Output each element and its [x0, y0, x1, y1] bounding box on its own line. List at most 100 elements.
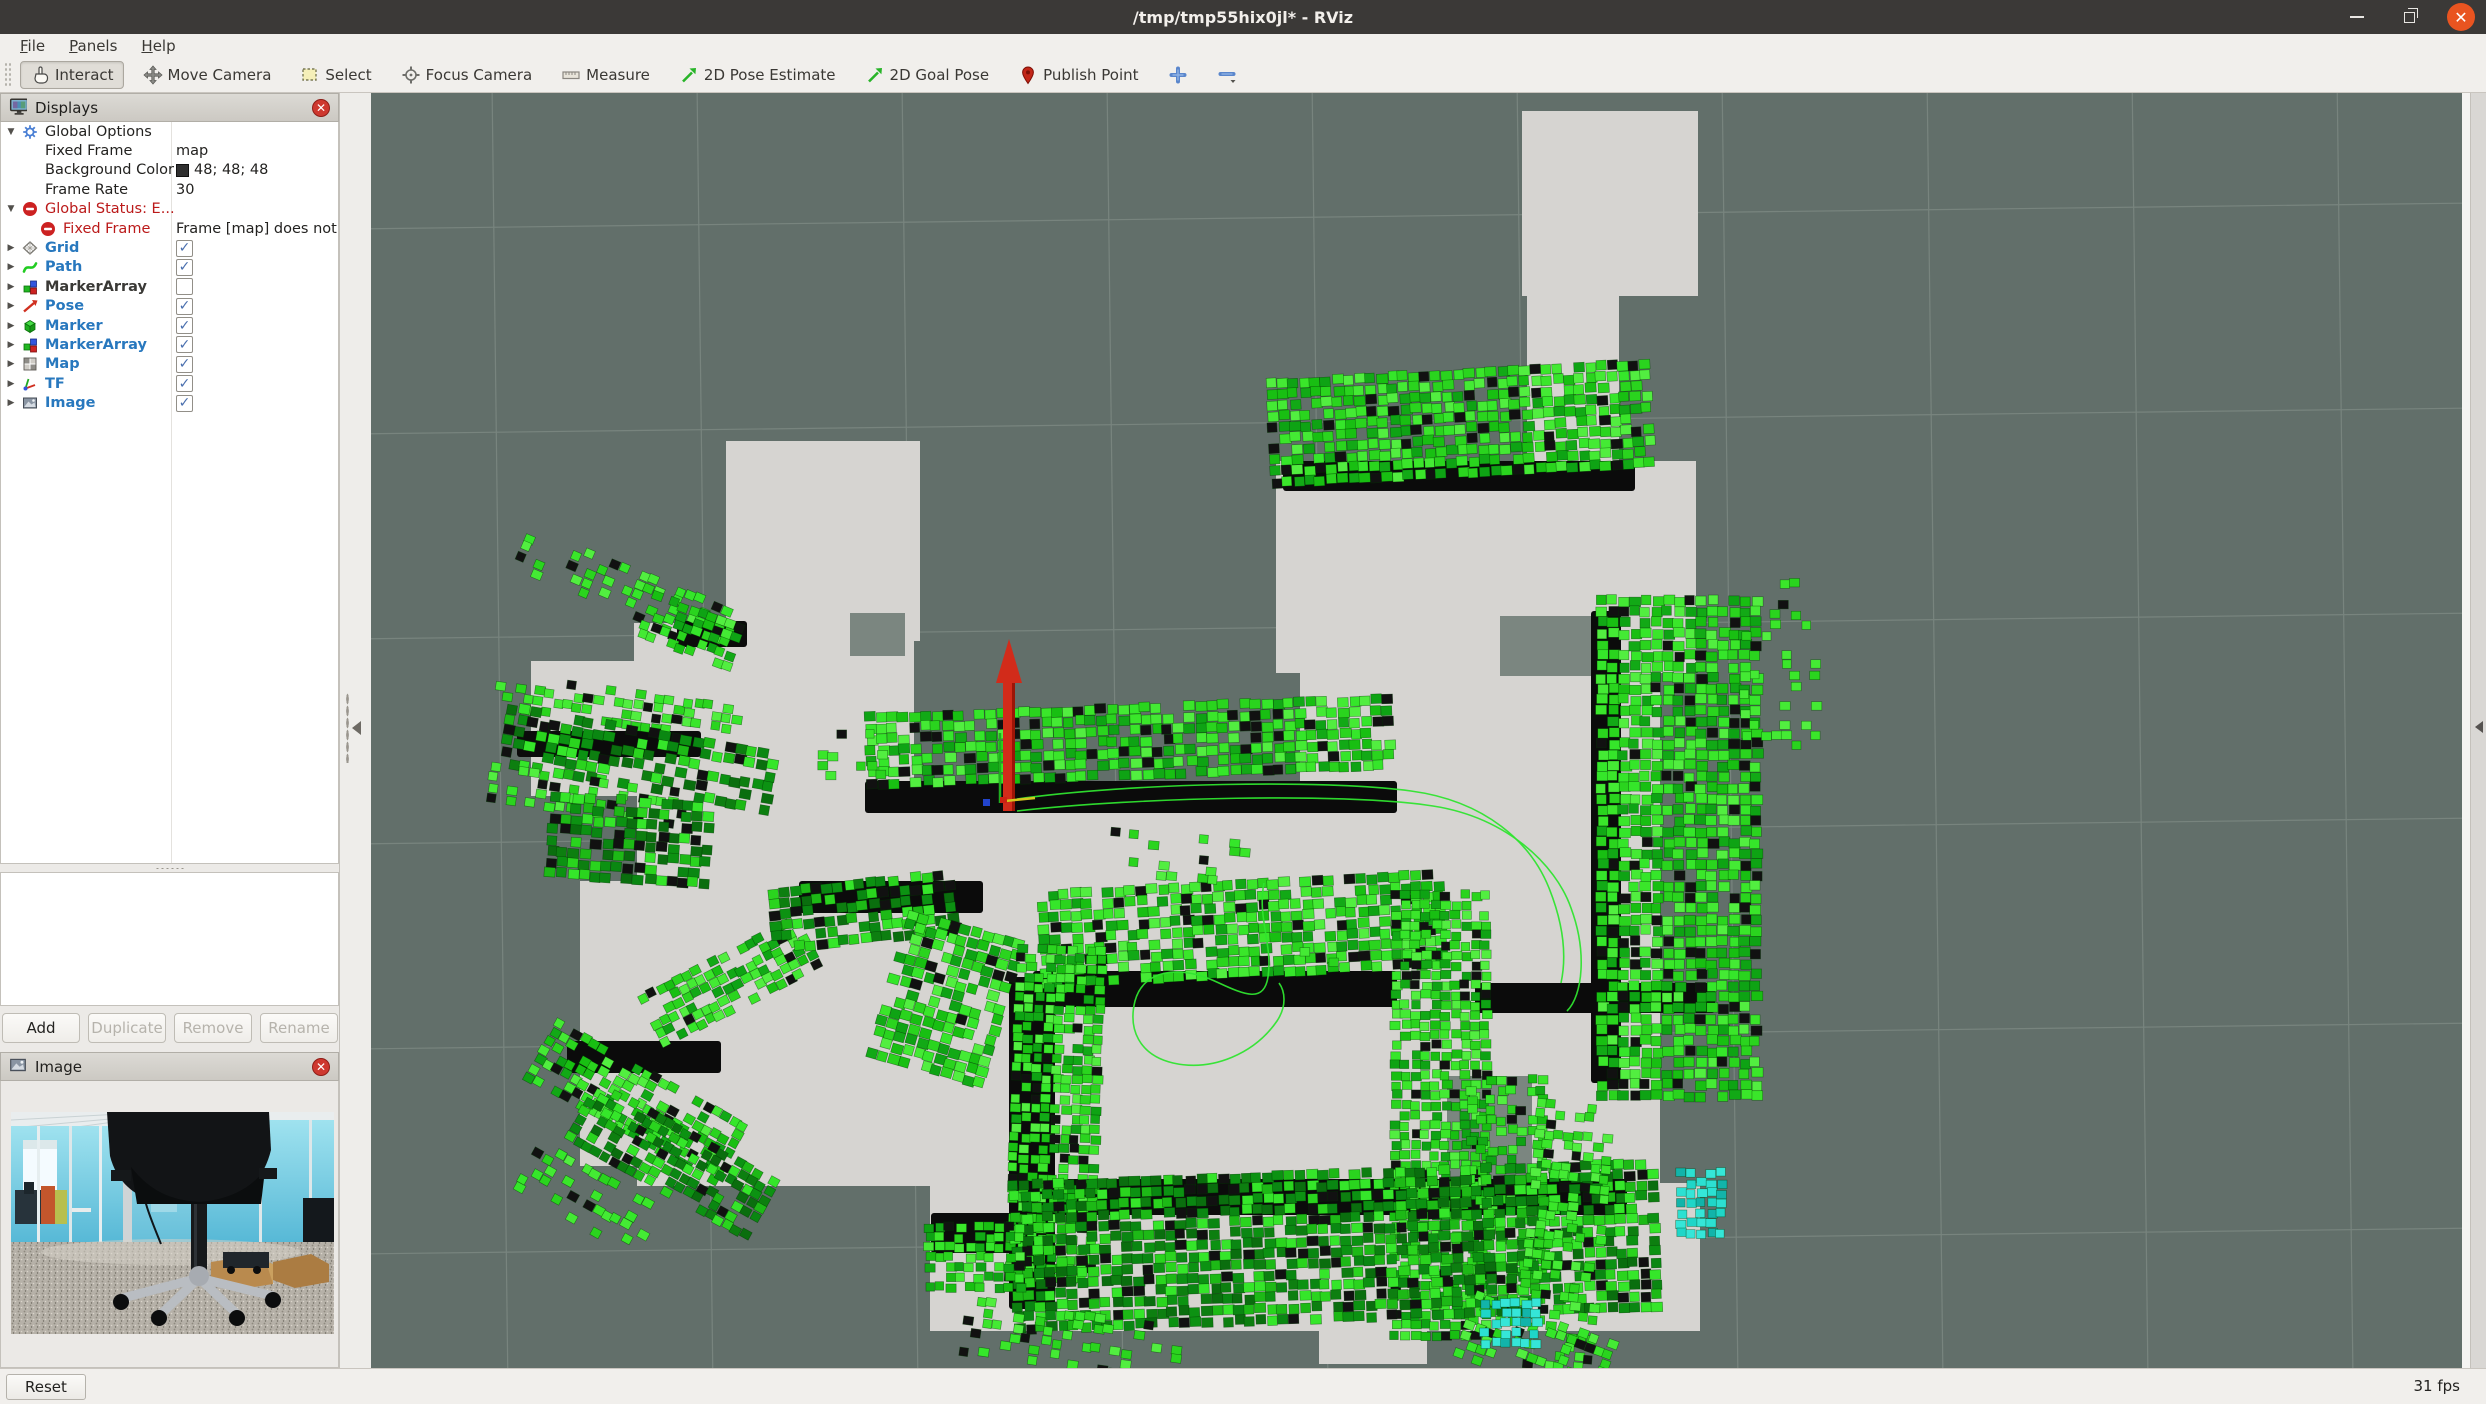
expander-icon[interactable]: ▶	[4, 301, 18, 311]
expander-icon[interactable]: ▼	[4, 127, 18, 137]
row-label: Fixed Frame	[63, 221, 150, 237]
tool-plus[interactable]	[1158, 61, 1198, 89]
expander-icon[interactable]: ▶	[4, 243, 18, 253]
collapse-right-panel-icon[interactable]	[2475, 721, 2483, 733]
menu-item-panels[interactable]: Panels	[57, 35, 129, 57]
tool-move-camera[interactable]: Move Camera	[133, 61, 282, 89]
green-arrow-icon	[679, 65, 699, 85]
tool-focus-camera[interactable]: Focus Camera	[391, 61, 542, 89]
visibility-checkbox[interactable]: ✓	[176, 298, 193, 315]
image-icon	[9, 1056, 27, 1074]
expander-icon[interactable]: ▶	[4, 321, 18, 331]
image-panel-header[interactable]: Image ✕	[0, 1052, 339, 1081]
row-label: Image	[45, 395, 96, 411]
visibility-checkbox[interactable]: ✓	[176, 375, 193, 392]
splitter-grip-dots	[346, 693, 349, 763]
expander-icon[interactable]: ▶	[4, 379, 18, 389]
visibility-checkbox[interactable]: ✓	[176, 336, 193, 353]
restore-button[interactable]	[2394, 2, 2424, 32]
tool-label: Measure	[586, 66, 650, 84]
visibility-checkbox[interactable]: ✓	[176, 395, 193, 412]
tool-label: Interact	[55, 66, 114, 84]
camera-image	[11, 1112, 334, 1334]
tool-select[interactable]: Select	[290, 61, 381, 89]
row-value: 48; 48; 48	[194, 162, 268, 178]
grid-icon	[22, 240, 38, 256]
marker-array-icon	[22, 279, 38, 295]
visibility-checkbox[interactable]	[176, 278, 193, 295]
menubar: FilePanelsHelp	[0, 34, 2486, 58]
right-gap	[2462, 93, 2470, 1368]
image-panel-title: Image	[35, 1058, 82, 1076]
error-icon	[22, 201, 38, 217]
tool-minus[interactable]	[1207, 61, 1247, 89]
tree-row-tf[interactable]: ▶ TF ✓	[1, 374, 338, 393]
displays-panel-title: Displays	[35, 99, 98, 117]
row-value[interactable]: Frame [map] does not...	[176, 221, 339, 237]
expander-icon[interactable]: ▶	[4, 262, 18, 272]
tool-measure[interactable]: Measure	[551, 61, 660, 89]
toolbar-grip[interactable]	[4, 62, 12, 88]
green-arrow-icon	[865, 65, 885, 85]
expander-icon[interactable]: ▶	[4, 282, 18, 292]
displays-panel-close-icon[interactable]: ✕	[312, 99, 330, 117]
image-panel-close-icon[interactable]: ✕	[312, 1058, 330, 1076]
visibility-checkbox[interactable]: ✓	[176, 240, 193, 257]
right-collapsed-panel[interactable]	[2470, 93, 2486, 1368]
tree-row-markerarray[interactable]: ▶ MarkerArray ✓	[1, 335, 338, 354]
expander-icon[interactable]: ▶	[4, 340, 18, 350]
tool-2d-goal-pose[interactable]: 2D Goal Pose	[855, 61, 1000, 89]
tree-row-map[interactable]: ▶Map✓	[1, 355, 338, 374]
tree-row-image[interactable]: ▶ Image ✓	[1, 393, 338, 412]
minus-icon	[1217, 65, 1237, 85]
visibility-checkbox[interactable]: ✓	[176, 317, 193, 334]
visibility-checkbox[interactable]: ✓	[176, 259, 193, 276]
3d-viewport[interactable]	[371, 93, 2462, 1368]
row-label: Background Color	[45, 162, 174, 178]
minimize-icon	[2350, 16, 2364, 18]
visibility-checkbox[interactable]: ✓	[176, 356, 193, 373]
image-panel-content	[0, 1081, 339, 1368]
tree-row-global-options[interactable]: ▼Global Options	[1, 122, 338, 141]
toolbar: Interact Move Camera Select Focus Camera Mea…	[0, 58, 2486, 93]
tree-row-global-status-e-[interactable]: ▼Global Status: E...	[1, 200, 338, 219]
row-label: TF	[45, 376, 65, 392]
titlebar: /tmp/tmp55hix0jl* - RViz ✕	[0, 0, 2486, 34]
move-arrows-icon	[143, 65, 163, 85]
panel-splitter[interactable]	[339, 93, 371, 1368]
menu-item-help[interactable]: Help	[129, 35, 187, 57]
add-button[interactable]: Add	[2, 1013, 80, 1043]
minimize-button[interactable]	[2342, 2, 2372, 32]
map-icon	[22, 356, 38, 372]
row-label: MarkerArray	[45, 337, 147, 353]
tree-row-markerarray[interactable]: ▶MarkerArray	[1, 277, 338, 296]
expander-icon[interactable]: ▼	[4, 204, 18, 214]
tree-row-fixed-frame[interactable]: Fixed Framemap	[1, 141, 338, 160]
tree-row-fixed-frame[interactable]: Fixed Frame Frame [map] does not...	[1, 219, 338, 238]
gear-icon	[22, 124, 38, 140]
monitor-icon	[9, 97, 27, 115]
tree-row-grid[interactable]: ▶Grid✓	[1, 238, 338, 257]
tool-label: Focus Camera	[426, 66, 532, 84]
expander-icon[interactable]: ▶	[4, 398, 18, 408]
collapse-left-panel-icon[interactable]	[352, 721, 361, 735]
displays-inner-splitter[interactable]	[0, 864, 339, 872]
displays-tree: ▼Global OptionsFixed FramemapBackground …	[0, 122, 339, 864]
expander-icon[interactable]: ▶	[4, 359, 18, 369]
tool-interact[interactable]: Interact	[20, 61, 124, 89]
tool-publish-point[interactable]: Publish Point	[1008, 61, 1148, 89]
tree-row-pose[interactable]: ▶Pose✓	[1, 297, 338, 316]
row-value[interactable]: 30	[176, 182, 194, 198]
tree-row-marker[interactable]: ▶Marker✓	[1, 316, 338, 335]
row-value[interactable]: map	[176, 143, 208, 159]
reset-button[interactable]: Reset	[6, 1374, 86, 1400]
menu-item-file[interactable]: File	[8, 35, 57, 57]
rename-button: Rename	[260, 1013, 338, 1043]
tool-2d-pose-estimate[interactable]: 2D Pose Estimate	[669, 61, 846, 89]
tree-row-background-color[interactable]: Background Color 48; 48; 48	[1, 161, 338, 180]
close-button[interactable]: ✕	[2446, 2, 2476, 32]
row-label: Frame Rate	[45, 182, 128, 198]
tree-row-path[interactable]: ▶Path✓	[1, 258, 338, 277]
displays-panel-header[interactable]: Displays ✕	[0, 93, 339, 122]
tree-row-frame-rate[interactable]: Frame Rate 30	[1, 180, 338, 199]
